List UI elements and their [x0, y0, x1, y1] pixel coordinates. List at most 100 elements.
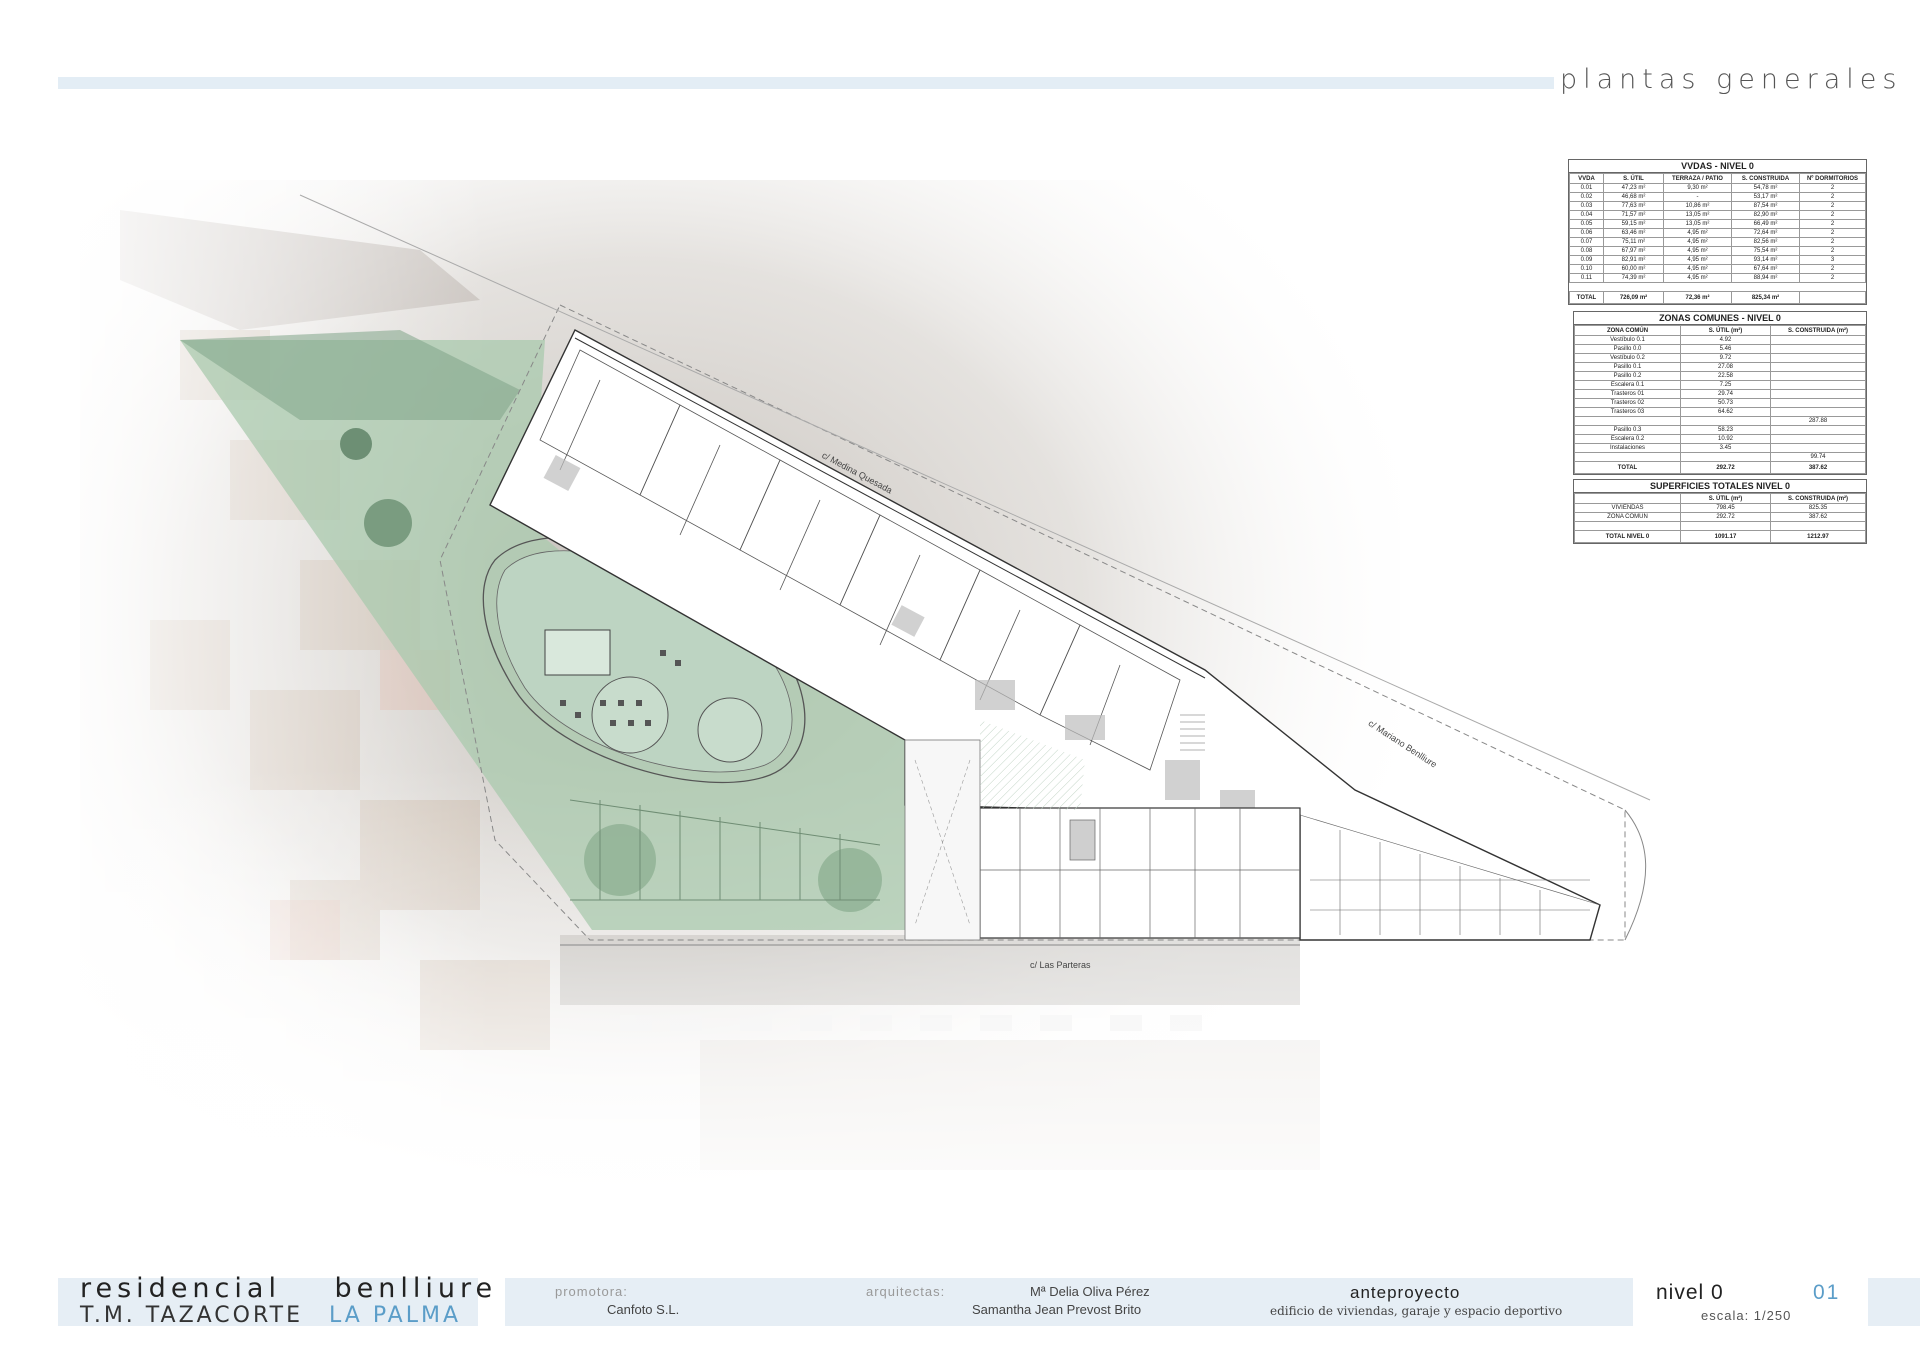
- superficies-totales-table: SUPERFICIES TOTALES NIVEL 0 S. ÚTIL (m²)…: [1573, 479, 1867, 544]
- table-cell: 0.11: [1569, 273, 1604, 283]
- table-cell: 75,54 m²: [1731, 246, 1800, 256]
- viviendas-table: VVDAS - NIVEL 0 VVDA S. ÚTIL TERRAZA / P…: [1568, 159, 1867, 305]
- table-cell: [1574, 521, 1681, 531]
- table-row: 0.11 74,39 m² 4,95 m² 88,94 m² 2: [1569, 273, 1866, 283]
- table-cell: [1770, 362, 1866, 372]
- table-cell: [1770, 398, 1866, 408]
- table-cell: 82,56 m²: [1731, 237, 1800, 247]
- table-cell: 75,11 m²: [1603, 237, 1664, 247]
- table-cell: 3.45: [1680, 443, 1771, 453]
- table-row: Pasillo 0.2 22.58: [1574, 371, 1866, 381]
- table-cell: 77,63 m²: [1603, 201, 1664, 211]
- superficies-totales-table-title: SUPERFICIES TOTALES NIVEL 0: [1574, 480, 1866, 493]
- table-cell: 10,86 m²: [1663, 201, 1732, 211]
- table-cell: 59,15 m²: [1603, 219, 1664, 229]
- table-cell: 67,64 m²: [1731, 264, 1800, 274]
- col-header: S. ÚTIL (m²): [1680, 493, 1771, 504]
- table-cell: -: [1663, 192, 1732, 202]
- col-header: TERRAZA / PATIO: [1663, 173, 1732, 184]
- table-cell: 4,95 m²: [1663, 264, 1732, 274]
- table-cell: 47,23 m²: [1603, 183, 1664, 193]
- table-cell: 4,95 m²: [1663, 228, 1732, 238]
- table-row: 0.05 59,15 m² 13,05 m² 66,49 m² 2: [1569, 219, 1866, 229]
- table-cell: 4,95 m²: [1663, 237, 1732, 247]
- table-cell: [1770, 425, 1866, 435]
- total-cell: 825,34 m²: [1731, 291, 1800, 304]
- table-row: 0.06 63,46 m² 4,95 m² 72,64 m² 2: [1569, 228, 1866, 238]
- table-cell: 64.62: [1680, 407, 1771, 417]
- table-cell: 10.92: [1680, 434, 1771, 444]
- col-header: S. CONSTRUIDA (m²): [1770, 493, 1866, 504]
- table-cell: 99.74: [1770, 452, 1866, 462]
- table-row: 0.02 46,68 m² -53,17 m² 2: [1569, 192, 1866, 202]
- table-cell: Vestíbulo 0.2: [1574, 353, 1681, 363]
- table-row: 0.07 75,11 m² 4,95 m² 82,56 m² 2: [1569, 237, 1866, 247]
- table-cell: 58.23: [1680, 425, 1771, 435]
- table-cell: 0.01: [1569, 183, 1604, 193]
- table-row: 0.01 47,23 m² 9,30 m² 54,78 m² 2: [1569, 183, 1866, 193]
- table-row: 0.03 77,63 m² 10,86 m² 87,54 m² 2: [1569, 201, 1866, 211]
- table-cell: 27.08: [1680, 362, 1771, 372]
- table-row: Trasteros 02 50.73: [1574, 398, 1866, 408]
- sheet-number: 01: [1813, 1281, 1841, 1304]
- table-row: 0.08 67,97 m² 4,95 m² 75,54 m² 2: [1569, 246, 1866, 256]
- table-cell: 0.05: [1569, 219, 1604, 229]
- project-description: edificio de viviendas, garaje y espacio …: [1270, 1304, 1563, 1318]
- total-cell: TOTAL NIVEL 0: [1574, 530, 1681, 543]
- table-cell: 53,17 m²: [1731, 192, 1800, 202]
- table-cell: Pasillo 0.1: [1574, 362, 1681, 372]
- col-header: S. ÚTIL: [1603, 173, 1664, 184]
- architects-label: arquitectas:: [866, 1284, 946, 1299]
- table-cell: 60,00 m²: [1603, 264, 1664, 274]
- table-cell: 71,57 m²: [1603, 210, 1664, 220]
- table-cell: 2: [1799, 210, 1866, 220]
- table-cell: 87,54 m²: [1731, 201, 1800, 211]
- col-header: Nº DORMITORIOS: [1799, 173, 1866, 184]
- table-row: Vestíbulo 0.2 9.72: [1574, 353, 1866, 363]
- project-location: T.M. TAZACORTE LA PALMA: [80, 1303, 461, 1328]
- total-cell: TOTAL: [1569, 291, 1604, 304]
- architect-name: Mª Delia Oliva Pérez: [1030, 1284, 1150, 1299]
- table-row: Trasteros 03 64.62: [1574, 407, 1866, 417]
- table-cell: VIVIENDAS: [1574, 503, 1681, 513]
- table-cell: [1770, 353, 1866, 363]
- table-row: Pasillo 0.0 5.46: [1574, 344, 1866, 354]
- table-cell: 287.88: [1770, 416, 1866, 426]
- table-row: [1574, 521, 1866, 531]
- table-cell: 0.09: [1569, 255, 1604, 265]
- table-cell: [1770, 521, 1866, 531]
- table-cell: 13,05 m²: [1663, 210, 1732, 220]
- table-cell: [1574, 416, 1681, 426]
- table-cell: 0.07: [1569, 237, 1604, 247]
- table-cell: 0.02: [1569, 192, 1604, 202]
- table-cell: Trasteros 02: [1574, 398, 1681, 408]
- total-cell: [1799, 291, 1866, 304]
- table-cell: 2: [1799, 183, 1866, 193]
- col-header: VVDA: [1569, 173, 1604, 184]
- table-cell: [1770, 335, 1866, 345]
- total-cell: 292.72: [1680, 461, 1771, 474]
- table-cell: 4,95 m²: [1663, 273, 1732, 283]
- table-cell: [1770, 407, 1866, 417]
- table-cell: [1574, 452, 1681, 462]
- table-row: Pasillo 0.1 27.08: [1574, 362, 1866, 372]
- table-cell: 29.74: [1680, 389, 1771, 399]
- table-row: Escalera 0.2 10.92: [1574, 434, 1866, 444]
- table-cell: Pasillo 0.3: [1574, 425, 1681, 435]
- table-cell: 82,90 m²: [1731, 210, 1800, 220]
- total-cell: 72,36 m²: [1663, 291, 1732, 304]
- col-header: S. CONSTRUIDA (m²): [1770, 325, 1866, 336]
- promoter-name: Canfoto S.L.: [607, 1302, 680, 1317]
- table-cell: [1770, 389, 1866, 399]
- total-cell: 726,09 m²: [1603, 291, 1664, 304]
- island: LA PALMA: [329, 1303, 462, 1328]
- table-row: 0.09 82,91 m² 4,95 m² 93,14 m² 3: [1569, 255, 1866, 265]
- municipality: T.M. TAZACORTE: [80, 1303, 304, 1328]
- table-row: Escalera 0.1 7.25: [1574, 380, 1866, 390]
- table-cell: Pasillo 0.2: [1574, 371, 1681, 381]
- table-row: Trasteros 01 29.74: [1574, 389, 1866, 399]
- architect-name: Samantha Jean Prevost Brito: [972, 1302, 1142, 1317]
- total-cell: 387.62: [1770, 461, 1866, 474]
- table-cell: 63,46 m²: [1603, 228, 1664, 238]
- table-cell: 2: [1799, 237, 1866, 247]
